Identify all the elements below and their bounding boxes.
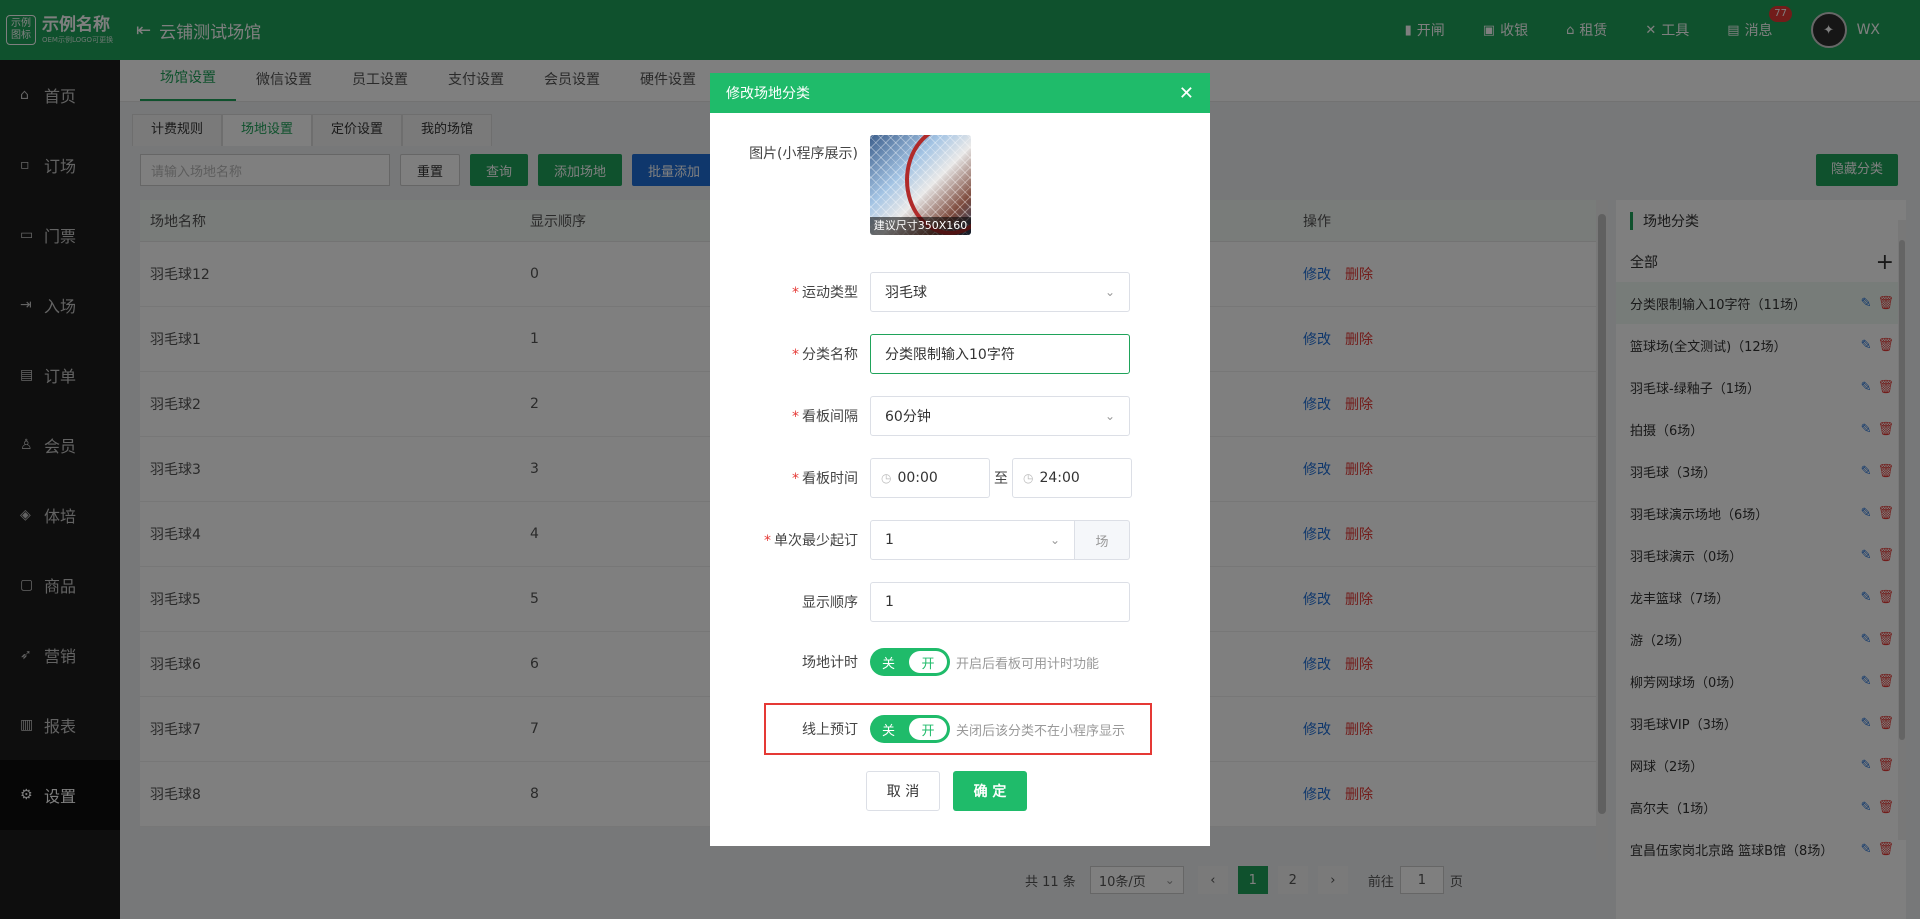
- sport-type-select[interactable]: 羽毛球 ⌄: [870, 272, 1130, 312]
- confirm-button[interactable]: 确 定: [953, 771, 1027, 811]
- category-name-value: 分类限制输入10字符: [885, 347, 1015, 363]
- display-order-value: 1: [885, 594, 894, 610]
- image-label: 图片(小程序展示): [749, 146, 858, 162]
- dialog-title: 修改场地分类: [726, 86, 810, 102]
- min-order-value: 1: [885, 532, 894, 548]
- interval-label: * 看板间隔: [792, 409, 858, 425]
- sport-row: * 运动类型 羽毛球 ⌄: [710, 272, 1130, 312]
- sport-type-value: 羽毛球: [885, 285, 927, 301]
- edit-category-dialog: 修改场地分类 ✕ 图片(小程序展示) 建议尺寸350X160 * 运动类型 羽毛球…: [710, 73, 1210, 846]
- timer-toggle[interactable]: 关 开: [870, 648, 950, 676]
- timer-hint: 开启后看板可用计时功能: [956, 656, 1100, 672]
- name-label: * 分类名称: [792, 347, 858, 363]
- time-separator: 至: [994, 471, 1008, 487]
- board-time-label: * 看板时间: [792, 471, 858, 487]
- online-booking-toggle[interactable]: 关 开: [870, 715, 950, 743]
- start-time-value: 00:00: [897, 470, 938, 486]
- online-booking-row: 线上预订 关 开 关闭后该分类不在小程序显示: [710, 715, 1125, 743]
- display-order-row: 显示顺序 1: [710, 582, 1130, 622]
- chevron-down-icon: ⌄: [1104, 409, 1115, 423]
- board-interval-value: 60分钟: [885, 409, 931, 425]
- interval-row: * 看板间隔 60分钟 ⌄: [710, 396, 1130, 436]
- start-time-input[interactable]: ◷ 00:00: [870, 458, 990, 498]
- chevron-down-icon: ⌄: [1049, 533, 1060, 547]
- display-order-label: 显示顺序: [802, 595, 858, 611]
- end-time-value: 24:00: [1039, 470, 1080, 486]
- toggle-on-label: 开: [909, 718, 947, 740]
- online-booking-hint: 关闭后该分类不在小程序显示: [956, 723, 1126, 739]
- clock-icon: ◷: [1023, 471, 1034, 485]
- name-row: * 分类名称 分类限制输入10字符: [710, 334, 1130, 374]
- min-order-row: * 单次最少起订 1 ⌄ 场: [710, 520, 1130, 560]
- category-name-input[interactable]: 分类限制输入10字符: [870, 334, 1130, 374]
- board-interval-select[interactable]: 60分钟 ⌄: [870, 396, 1130, 436]
- min-order-unit: 场: [1075, 520, 1130, 560]
- cancel-button[interactable]: 取 消: [866, 771, 940, 811]
- board-time-row: * 看板时间 ◷ 00:00 至 ◷ 24:00: [710, 458, 1132, 498]
- close-icon[interactable]: ✕: [1179, 83, 1194, 104]
- timer-row: 场地计时 关 开 开启后看板可用计时功能: [710, 648, 1099, 676]
- image-size-tip: 建议尺寸350X160: [870, 217, 971, 235]
- dialog-header: 修改场地分类 ✕: [710, 73, 1210, 113]
- end-time-input[interactable]: ◷ 24:00: [1012, 458, 1132, 498]
- clock-icon: ◷: [881, 471, 892, 485]
- toggle-off-label: 关: [882, 657, 896, 672]
- display-order-input[interactable]: 1: [870, 582, 1130, 622]
- chevron-down-icon: ⌄: [1104, 285, 1115, 299]
- image-row: 图片(小程序展示) 建议尺寸350X160: [710, 135, 971, 235]
- min-order-label: * 单次最少起订: [764, 533, 858, 549]
- toggle-off-label: 关: [882, 724, 896, 739]
- min-order-select[interactable]: 1 ⌄: [870, 520, 1075, 560]
- online-booking-label: 线上预订: [802, 722, 858, 738]
- sport-label: * 运动类型: [792, 285, 858, 301]
- category-image-upload[interactable]: 建议尺寸350X160: [870, 135, 971, 235]
- timer-label: 场地计时: [802, 655, 858, 671]
- toggle-on-label: 开: [909, 651, 947, 673]
